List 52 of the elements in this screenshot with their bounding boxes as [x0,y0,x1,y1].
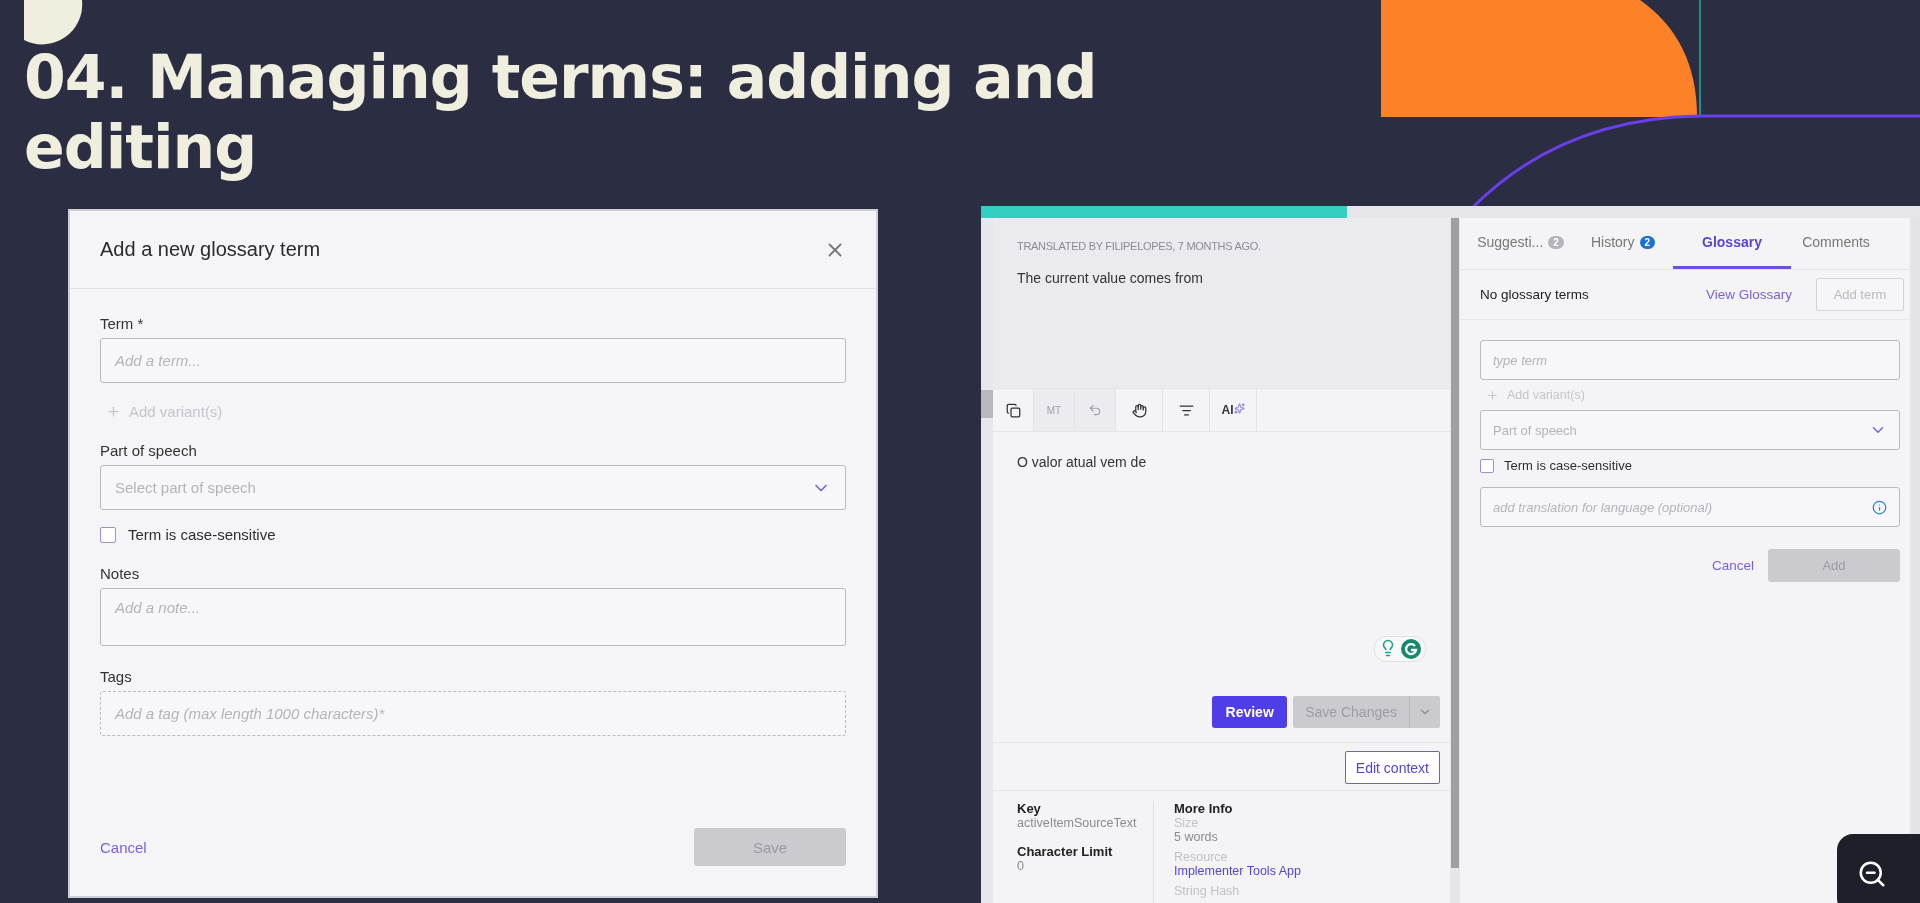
translation-input[interactable]: add translation for language (optional) [1480,487,1900,527]
info-label: Key [1017,801,1042,816]
checkbox-label: Term is case-sensitive [1504,458,1632,473]
zoom-out-icon[interactable] [1857,859,1887,889]
notes-textarea[interactable]: Add a note... [100,588,846,646]
review-button[interactable]: Review [1212,696,1288,728]
checkbox-label: Term is case-sensitive [128,526,276,543]
plus-icon [106,404,121,419]
cancel-link[interactable]: Cancel [100,838,147,856]
translation-text: O valor atual vem de [1017,454,1148,470]
part-of-speech-select[interactable]: Part of speech [1480,410,1900,450]
resource-link[interactable]: Implementer Tools App [1174,864,1443,878]
info-icon [1872,499,1887,515]
source-text: The current value comes from [1017,270,1204,286]
checkbox[interactable] [100,526,116,543]
panel-tab[interactable]: History 2 [1573,218,1673,269]
cancel-link[interactable]: Cancel [1711,558,1754,573]
translation-meta: TRANSLATED BY FILIPELOPES, 7 MONTHS AGO. [1017,240,1262,252]
slide-title: 04. Managing terms: adding and editing [24,42,1098,182]
term-input[interactable]: Add a term... [100,338,846,383]
panel-tab[interactable]: Comments [1791,218,1881,269]
dialog-title: Add a new glossary term [100,238,321,261]
tag-input[interactable]: Add a tag (max length 1000 characters)* [100,691,846,736]
panel-tab[interactable]: Suggesti... 2 [1468,218,1573,269]
undo-icon [1088,403,1102,417]
field-label: Term * [100,315,144,332]
field-label: Tags [100,668,132,685]
info-value: activeItemSourceText [1017,816,1138,830]
panel-tab[interactable]: Glossary [1673,218,1791,269]
checkbox[interactable] [1480,458,1494,473]
info-heading: More Info [1174,801,1234,816]
info-value: 0 [1017,859,1025,873]
scrollbar[interactable] [1450,218,1460,903]
sparkle-icon [1233,403,1245,414]
edit-context-button[interactable]: Edit context [1344,751,1440,784]
ai-button[interactable]: AI [1210,389,1257,431]
status-text: No glossary terms [1480,287,1590,302]
plus-icon [1486,388,1499,402]
field-label: Notes [100,565,140,582]
info-label: Character Limit [1017,844,1114,859]
info-value: 5 words [1174,830,1219,844]
hand-icon [1131,402,1147,418]
field-label: Part of speech [100,442,197,459]
count-badge: 2 [1639,235,1656,249]
part-of-speech-select[interactable]: Select part of speech [100,465,846,510]
writing-assistant-badge[interactable] [1374,636,1426,662]
count-badge: 2 [1548,235,1564,249]
term-input[interactable]: type term [1480,340,1900,380]
copy-icon [1005,402,1021,418]
view-glossary-link[interactable]: View Glossary [1705,287,1792,302]
decor-shape [24,0,83,45]
scrollbar[interactable] [981,218,993,903]
